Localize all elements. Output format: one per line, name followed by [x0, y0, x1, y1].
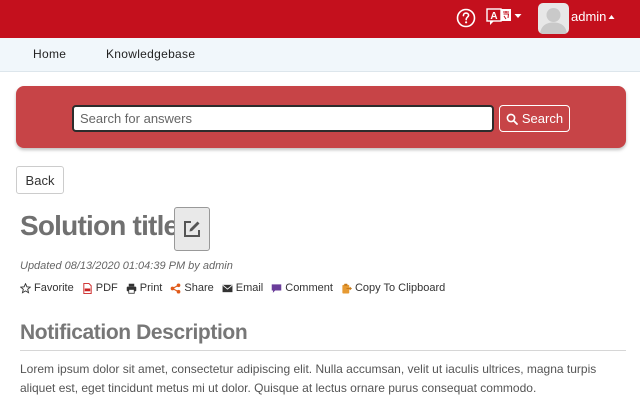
comment-icon — [271, 283, 282, 293]
user-menu-label[interactable]: admin — [571, 9, 606, 24]
nav-item-knowledgebase[interactable]: Knowledgebase — [106, 47, 195, 61]
user-avatar-icon[interactable] — [538, 3, 569, 34]
updated-info: Updated 08/13/2020 01:04:39 PM by admin — [20, 260, 233, 272]
solution-body: Lorem ipsum dolor sit amet, consectetur … — [20, 362, 597, 395]
caret-up-icon[interactable] — [608, 14, 615, 20]
star-icon — [20, 282, 31, 294]
back-button[interactable]: Back — [16, 166, 64, 194]
help-circle-icon[interactable] — [456, 8, 476, 28]
nav-item-home[interactable]: Home — [33, 47, 66, 61]
pdf-action[interactable]: PDF — [82, 282, 118, 294]
comment-label: Comment — [285, 282, 333, 294]
solution-title: Solution title — [20, 210, 179, 241]
svg-text:A: A — [490, 11, 497, 22]
pdf-label: PDF — [95, 282, 118, 294]
language-translate-icon[interactable]: A — [486, 7, 512, 27]
favorite-action[interactable]: Favorite — [20, 282, 74, 294]
main-nav: Home Knowledgebase — [0, 38, 640, 72]
share-label: Share — [184, 282, 214, 294]
share-icon — [171, 282, 181, 294]
search-button[interactable]: Search — [499, 105, 570, 132]
email-label: Email — [235, 282, 264, 294]
print-label: Print — [139, 282, 163, 294]
section-divider — [20, 350, 626, 351]
section-title: Notification Description — [20, 321, 248, 344]
search-panel: Search — [16, 86, 626, 148]
search-icon — [506, 113, 518, 125]
search-button-label: Search — [521, 111, 564, 126]
top-bar: A admin — [0, 0, 640, 38]
print-icon — [126, 283, 137, 294]
favorite-label: Favorite — [34, 282, 74, 294]
clipboard-icon — [342, 283, 352, 294]
edit-icon — [184, 221, 200, 237]
comment-action[interactable]: Comment — [271, 282, 333, 294]
copy-clipboard-action[interactable]: Copy To Clipboard — [341, 282, 445, 294]
email-icon — [222, 284, 233, 292]
solution-actions: Favorite PDF Print Share Email Comment C… — [20, 280, 453, 296]
chevron-down-icon[interactable] — [514, 12, 522, 20]
pdf-icon — [83, 282, 92, 294]
print-action[interactable]: Print — [126, 282, 163, 294]
edit-button[interactable] — [174, 207, 210, 251]
search-input[interactable] — [72, 105, 494, 132]
copy-clipboard-label: Copy To Clipboard — [354, 282, 446, 294]
share-action[interactable]: Share — [170, 282, 214, 294]
email-action[interactable]: Email — [222, 282, 264, 294]
